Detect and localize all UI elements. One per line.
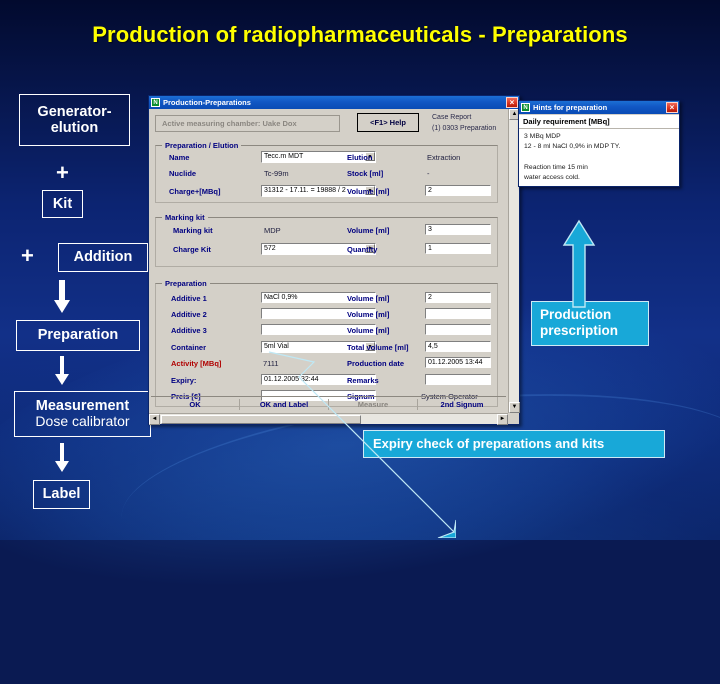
help-button[interactable]: <F1> Help xyxy=(357,113,419,132)
active-measuring-chamber-button[interactable]: Active measuring chamber: Uake Dox xyxy=(155,115,340,132)
app-icon: N xyxy=(151,98,160,107)
flow-box-label: Label xyxy=(33,480,90,509)
group-marking-kit-title: Marking kit xyxy=(162,213,208,222)
window-titlebar[interactable]: N Production-Preparations × xyxy=(149,96,519,109)
flow-box-generator-elution-label: Generator- elution xyxy=(37,104,111,136)
arrow-up-cyan-icon xyxy=(562,219,596,308)
field-label-charge-kit: Charge Kit xyxy=(173,245,211,254)
volume-ml-1-input[interactable]: 2 xyxy=(425,292,491,303)
field-label-volume-ml-kit: Volume [ml] xyxy=(347,226,390,235)
arrow-down-icon-2 xyxy=(55,356,69,385)
plus-sign-1: + xyxy=(56,160,69,185)
generator-line2: elution xyxy=(50,120,99,136)
measurement-line1: Measurement xyxy=(35,398,130,415)
hints-header-daily-requirement: Daily requirement [MBq] xyxy=(519,115,679,129)
field-label-volume-ml-2: Volume [ml] xyxy=(347,310,390,319)
flow-box-kit: Kit xyxy=(42,190,83,218)
ok-button[interactable]: OK xyxy=(151,400,239,409)
group-preparation-elution-title: Preparation / Elution xyxy=(162,141,242,150)
field-label-additive-2: Additive 2 xyxy=(171,310,207,319)
field-label-quantity: Quantity xyxy=(347,245,378,254)
field-label-stock-ml: Stock [ml] xyxy=(347,169,384,178)
field-label-elution: Elution xyxy=(347,153,373,162)
volume-ml-2-input[interactable] xyxy=(425,308,491,319)
flow-box-generator-elution: Generator- elution xyxy=(19,94,130,146)
flow-box-kit-label: Kit xyxy=(52,195,73,212)
hints-for-preparation-window[interactable]: N Hints for preparation × Daily requirem… xyxy=(518,100,680,187)
hints-window-titlebar[interactable]: N Hints for preparation × xyxy=(519,101,679,114)
scroll-right-icon[interactable]: ► xyxy=(497,414,508,425)
page-title: Production of radiopharmaceuticals - Pre… xyxy=(92,22,628,47)
flow-box-addition: Addition xyxy=(58,243,148,272)
close-icon[interactable]: × xyxy=(506,97,518,108)
field-label-volume-ml-3: Volume [ml] xyxy=(347,326,390,335)
field-label-additive-3: Additive 3 xyxy=(171,326,207,335)
measurement-line2: Dose calibrator xyxy=(35,413,130,430)
field-label-expiry: Expiry: xyxy=(171,376,197,385)
volume-ml-kit-input[interactable]: 3 xyxy=(425,224,491,235)
quantity-input[interactable]: 1 xyxy=(425,243,491,254)
volume-ml-3-input[interactable] xyxy=(425,324,491,335)
marking-kit-value: MDP xyxy=(264,226,281,235)
flow-box-measurement: Measurement Dose calibrator xyxy=(14,391,151,437)
field-label-volume-ml-1: Volume [ml] xyxy=(347,294,390,303)
case-report-line2: (1) 0303 Preparation xyxy=(432,125,497,132)
case-report-line1: Case Report xyxy=(432,114,472,121)
field-label-nuclide: Nuclide xyxy=(169,169,197,178)
flow-box-addition-label: Addition xyxy=(73,249,133,266)
nuclide-value: Tc-99m xyxy=(264,169,289,178)
hints-app-icon: N xyxy=(521,103,530,112)
flow-box-preparation: Preparation xyxy=(16,320,140,351)
field-label-activity-mbq: Activity [MBq] xyxy=(171,359,222,368)
group-preparation-title: Preparation xyxy=(162,279,210,288)
scroll-left-icon[interactable]: ◄ xyxy=(149,414,160,425)
plus-sign-2: + xyxy=(21,243,34,268)
hints-window-title: Hints for preparation xyxy=(533,103,608,112)
flow-box-preparation-label: Preparation xyxy=(37,327,119,344)
field-label-charge-mbq: Charge+[MBq] xyxy=(169,187,221,196)
stock-ml-value: - xyxy=(427,169,430,178)
elution-value: Extraction xyxy=(427,153,461,162)
window-title: Production-Preparations xyxy=(163,98,251,107)
field-label-additive-1: Additive 1 xyxy=(171,294,207,303)
hints-close-icon[interactable]: × xyxy=(666,102,678,113)
generator-line1: Generator- xyxy=(37,103,112,120)
hints-window-body: Daily requirement [MBq] 3 MBq MDP 12 - 8… xyxy=(519,114,679,186)
callout-production-line2: prescription xyxy=(540,323,619,339)
volume-ml-elution-input[interactable]: 2 xyxy=(425,185,491,196)
help-button-label: <F1> Help xyxy=(370,118,406,127)
field-label-marking-kit: Marking kit xyxy=(173,226,213,235)
callout-production-line1: Production xyxy=(540,307,612,322)
field-label-container: Container xyxy=(171,343,207,352)
scroll-down-icon[interactable]: ▼ xyxy=(509,402,520,413)
field-label-name: Name xyxy=(169,153,190,162)
arrow-down-icon-3 xyxy=(55,443,69,472)
field-label-volume-ml-elution: Volume [ml] xyxy=(347,187,390,196)
arrow-diagonal-cyan-icon xyxy=(268,351,456,538)
hints-body-text: 3 MBq MDP 12 - 8 ml NaCl 0,9% in MDP TY.… xyxy=(524,133,621,181)
active-measuring-chamber-label: Active measuring chamber: Uake Dox xyxy=(162,119,297,128)
flow-box-label-text: Label xyxy=(42,486,81,503)
arrow-down-icon-1 xyxy=(54,280,70,313)
